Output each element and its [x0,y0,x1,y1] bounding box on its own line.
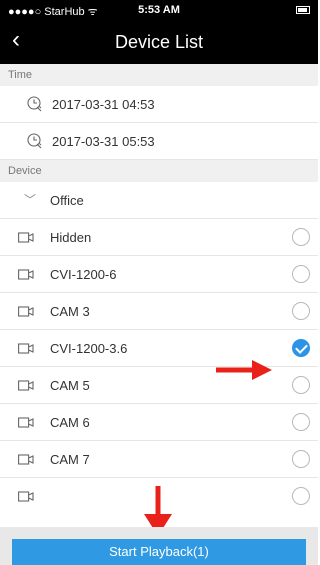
radio-unchecked-icon[interactable] [292,265,310,283]
radio-unchecked-icon[interactable] [292,450,310,468]
camera-icon [18,343,34,354]
device-row[interactable]: CAM 7 [0,441,318,478]
device-name: CVI-1200-3.6 [50,341,128,356]
battery-icon [296,6,310,14]
radio-unchecked-icon[interactable] [292,228,310,246]
radio-checked-icon[interactable] [292,339,310,357]
radio-unchecked-icon[interactable] [292,487,310,505]
camera-icon [18,306,34,317]
device-row[interactable]: CAM 6 [0,404,318,441]
camera-icon [18,454,34,465]
radio-unchecked-icon[interactable] [292,413,310,431]
device-name: CAM 3 [50,304,90,319]
clock-time: 5:53 AM [138,4,180,16]
footer-bar: Start Playback(1) [0,527,318,565]
device-name: Hidden [50,230,92,245]
group-label: Office [50,193,84,208]
end-time-row[interactable]: 2017-03-31 05:53 [0,123,318,160]
end-time-label: 2017-03-31 05:53 [52,134,155,149]
group-row-office[interactable]: ﹀ Office [0,182,318,219]
device-row[interactable]: CVI-1200-6 [0,256,318,293]
device-name: CAM 5 [50,378,90,393]
device-section-header: Device [0,160,318,182]
radio-unchecked-icon[interactable] [292,376,310,394]
page-title: Device List [114,32,204,52]
time-section-header: Time [0,64,318,86]
start-playback-button[interactable]: Start Playback(1) [12,539,306,565]
clock-icon [27,96,42,112]
camera-icon [18,269,34,280]
start-time-label: 2017-03-31 04:53 [52,97,155,112]
device-row[interactable]: CAM 3 [0,293,318,330]
arrow-right-icon [216,360,272,380]
camera-icon [18,491,34,502]
clock-icon [27,133,42,149]
radio-unchecked-icon[interactable] [292,302,310,320]
camera-icon [18,380,34,391]
start-time-row[interactable]: 2017-03-31 04:53 [0,86,318,123]
device-name: CAM 7 [50,452,90,467]
nav-bar: ‹ Device List [0,20,318,64]
camera-icon [18,417,34,428]
device-name: CAM 6 [50,415,90,430]
camera-icon [18,232,34,243]
chevron-down-icon: ﹀ [24,193,37,207]
status-bar: ●●●●○ StarHub ᯤ 5:53 AM [0,0,318,20]
device-name: CVI-1200-6 [50,267,117,282]
device-row[interactable]: Hidden [0,219,318,256]
